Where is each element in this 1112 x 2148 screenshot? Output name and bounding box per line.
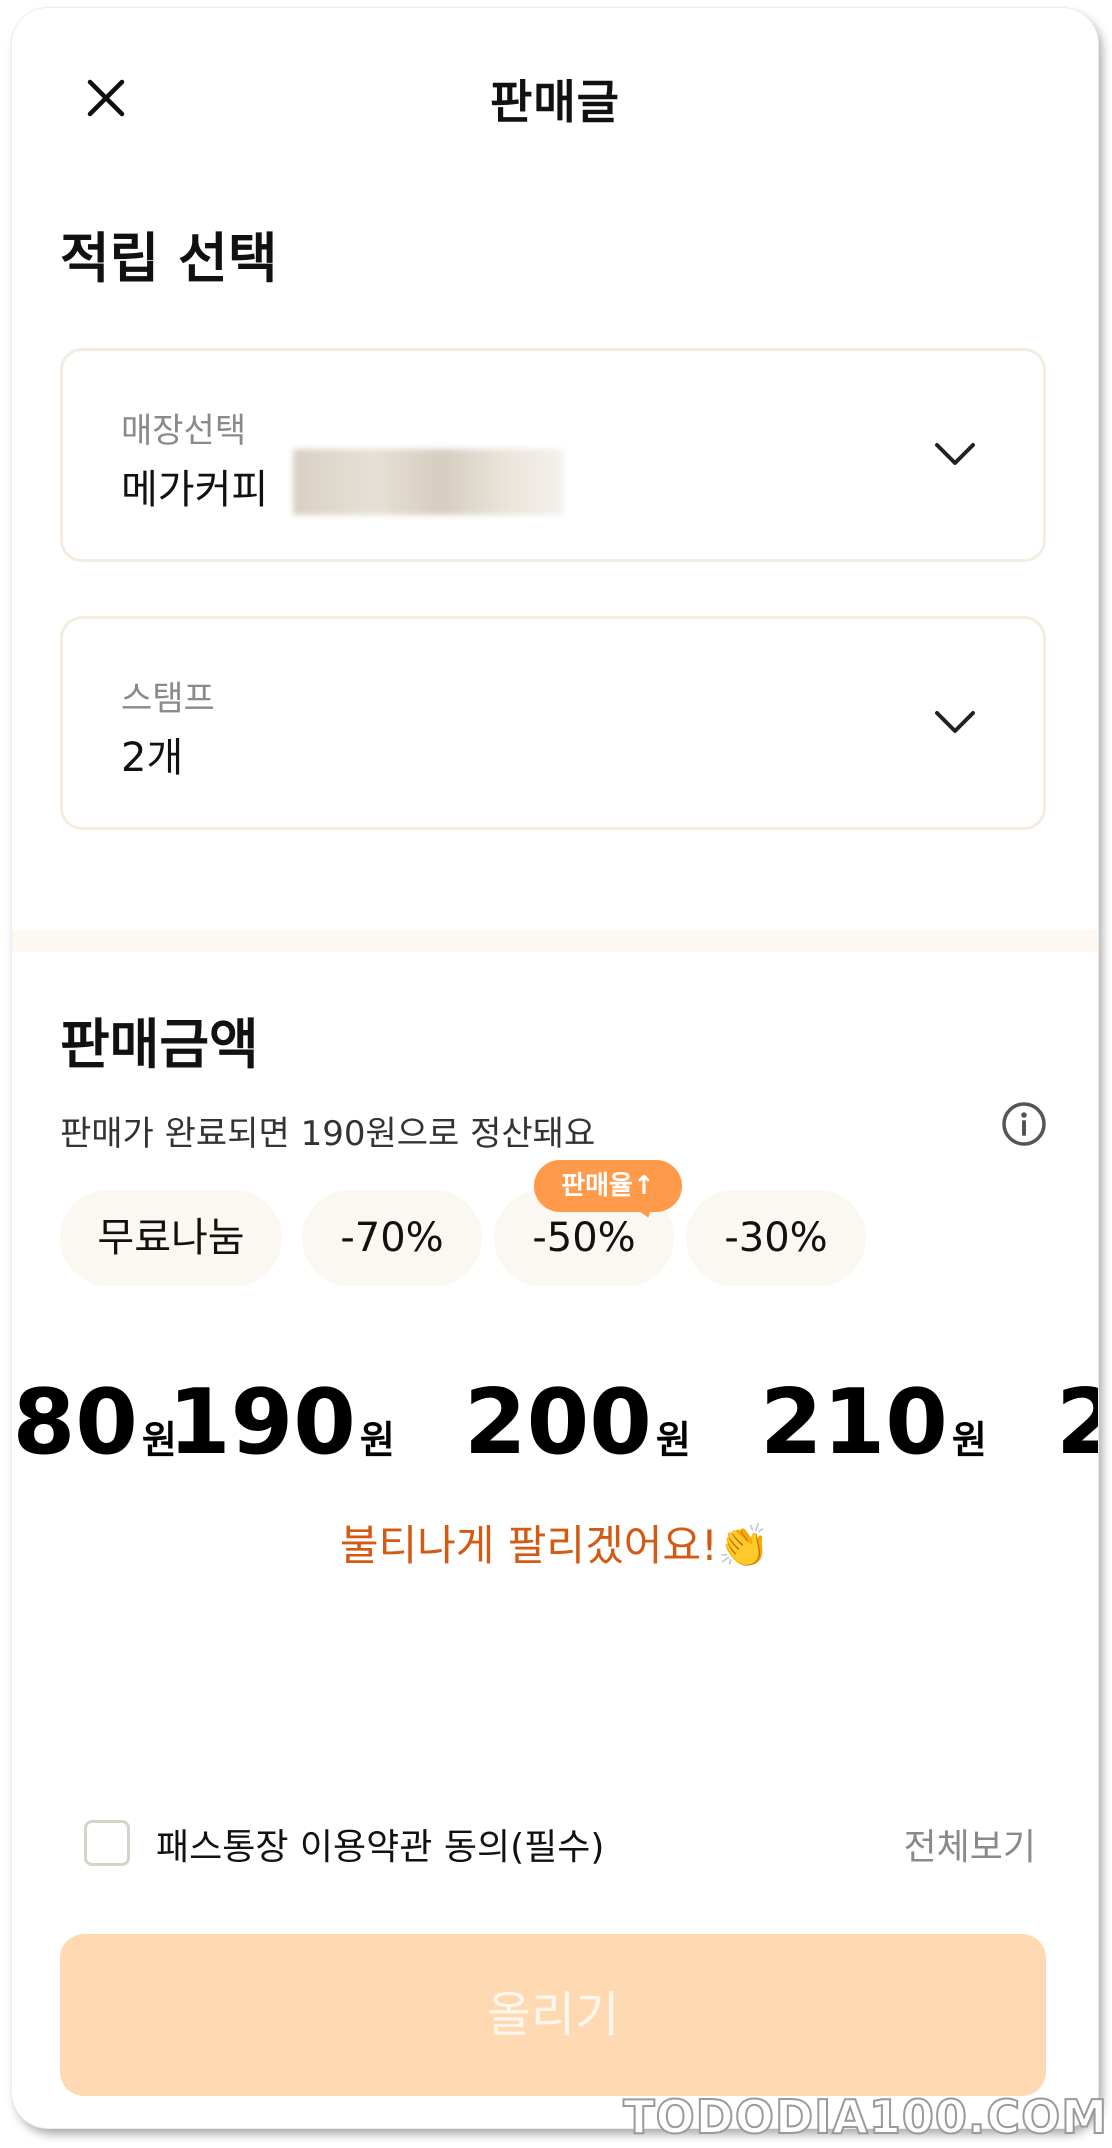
chip-minus-70[interactable]: -70% xyxy=(302,1190,482,1286)
store-select-label: 매장선택 xyxy=(121,411,247,451)
store-select[interactable]: 매장선택 메가커피 xyxy=(60,348,1046,562)
terms-label: 패스통장 이용약관 동의(필수) xyxy=(156,1827,605,1868)
price-unit: 원 xyxy=(655,1418,691,1462)
view-all-link[interactable]: 전체보기 xyxy=(904,1818,1036,1870)
chip-minus-30[interactable]: -30% xyxy=(686,1190,866,1286)
price-option[interactable]: 220원 xyxy=(1056,1370,1098,1475)
price-section-title: 판매금액 xyxy=(60,1013,259,1076)
stamp-select-label: 스탬프 xyxy=(121,679,215,719)
price-amount: 200 xyxy=(464,1370,652,1475)
price-option[interactable]: 210 원 xyxy=(760,1370,987,1475)
accumulate-section-title: 적립 선택 xyxy=(60,227,278,290)
terms-checkbox[interactable] xyxy=(84,1820,130,1866)
price-option[interactable]: 180원 xyxy=(12,1370,177,1475)
section-divider xyxy=(12,930,1098,952)
chevron-down-icon xyxy=(935,443,975,465)
redacted-store-name xyxy=(293,449,563,515)
price-amount: 220 xyxy=(1056,1370,1098,1475)
sales-rate-badge: 판매율↑ xyxy=(534,1160,682,1212)
stamp-select-value: 2개 xyxy=(121,735,184,781)
header: 판매글 xyxy=(12,8,1098,178)
price-unit: 원 xyxy=(951,1418,987,1462)
watermark: TODODIA100.COM xyxy=(622,2089,1108,2145)
price-unit: 원 xyxy=(359,1418,395,1462)
chevron-down-icon xyxy=(935,711,975,733)
app-screen: 판매글 적립 선택 매장선택 메가커피 스탬프 2개 판매금액 판매가 완료되면… xyxy=(12,8,1098,2128)
price-option[interactable]: 200 원 xyxy=(464,1370,691,1475)
settlement-text: 판매가 완료되면 190원으로 정산돼요 xyxy=(60,1114,596,1154)
price-option-selected[interactable]: 190 원 xyxy=(168,1370,395,1475)
price-amount: 210 xyxy=(760,1370,948,1475)
sales-message: 불티나게 팔리겠어요!👏 xyxy=(339,1521,771,1570)
submit-button[interactable]: 올리기 xyxy=(60,1934,1046,2096)
stamp-select[interactable]: 스탬프 2개 xyxy=(60,616,1046,830)
chip-free[interactable]: 무료나눔 xyxy=(60,1190,282,1286)
price-amount: 190 xyxy=(168,1370,356,1475)
info-icon[interactable] xyxy=(1000,1100,1048,1148)
price-amount: 180 xyxy=(12,1370,138,1475)
store-select-value: 메가커피 xyxy=(121,467,269,513)
page-title: 판매글 xyxy=(490,75,620,129)
